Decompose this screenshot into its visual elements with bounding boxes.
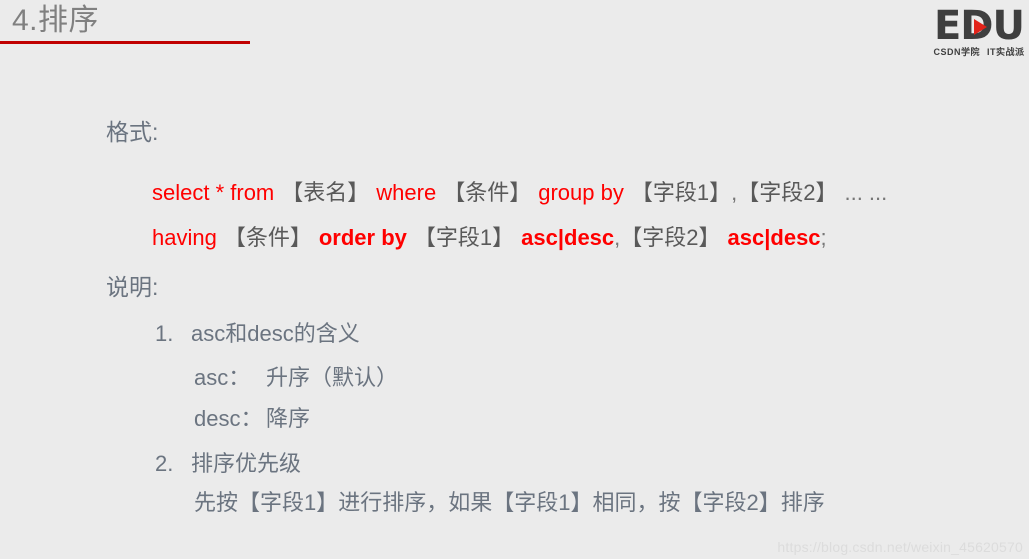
note-2-row-priority: 先按【字段1】进行排序，如果【字段1】相同，按【字段2】排序	[194, 485, 825, 517]
blog-url-watermark: https://blog.csdn.net/weixin_45620570	[777, 539, 1023, 555]
sql-placeholder-field2: 【字段2】	[737, 180, 838, 205]
sql-keyword-ascdesc-2: asc|desc	[727, 225, 821, 250]
sql-keyword-group-by: group by	[538, 180, 624, 205]
note-2-index: 2.	[155, 451, 174, 476]
sql-ellipsis: ... ...	[844, 180, 888, 205]
sql-placeholder-table: 【表名】	[281, 180, 370, 205]
sql-placeholder-field1: 【字段1】	[630, 180, 732, 205]
sql-keyword-ascdesc-1: asc|desc	[521, 225, 615, 250]
sql-keyword-having: having	[152, 225, 217, 250]
note-1-term-desc: desc：	[194, 406, 263, 431]
slide-content: 格式: select * from 【表名】 where 【条件】 group by 【字…	[0, 0, 1029, 559]
note-1-index: 1.	[155, 321, 174, 346]
slide-root: 4.排序 EDU CSDN学院 IT实战派 格式: select * from 【表…	[0, 0, 1029, 559]
note-1-term-asc: asc：	[194, 365, 251, 390]
sql-placeholder-order-field1: 【字段1】	[413, 225, 515, 250]
note-item-2: 2. 排序优先级	[155, 446, 301, 478]
sql-semicolon: ;	[820, 225, 827, 250]
note-1-desc-asc: 升序（默认）	[266, 365, 399, 390]
sql-keyword-order-by: order by	[318, 225, 407, 250]
explain-label: 说明:	[106, 274, 159, 300]
format-label: 格式:	[106, 119, 159, 145]
note-2-desc-priority: 先按【字段1】进行排序，如果【字段1】相同，按【字段2】排序	[194, 490, 825, 515]
note-2-heading: 排序优先级	[191, 451, 302, 476]
sql-placeholder-condition: 【条件】	[443, 180, 532, 205]
sql-keyword-where: where	[376, 180, 437, 205]
sql-placeholder-order-field2: 【字段2】	[620, 225, 721, 250]
sql-syntax-line-1: select * from 【表名】 where 【条件】 group by 【字段1】,…	[152, 178, 887, 208]
note-1-row-desc: desc： 降序	[194, 401, 310, 433]
sql-syntax-line-2: having 【条件】 order by 【字段1】 asc|desc,【字段2】 asc…	[152, 223, 827, 253]
note-item-1: 1. asc和desc的含义	[155, 316, 360, 348]
note-1-row-asc: asc： 升序（默认）	[194, 360, 398, 392]
sql-placeholder-having-condition: 【条件】	[223, 225, 312, 250]
note-1-desc-desc: 降序	[266, 406, 311, 431]
sql-keyword-select-from: select * from	[152, 180, 275, 205]
note-1-heading: asc和desc的含义	[191, 321, 360, 346]
